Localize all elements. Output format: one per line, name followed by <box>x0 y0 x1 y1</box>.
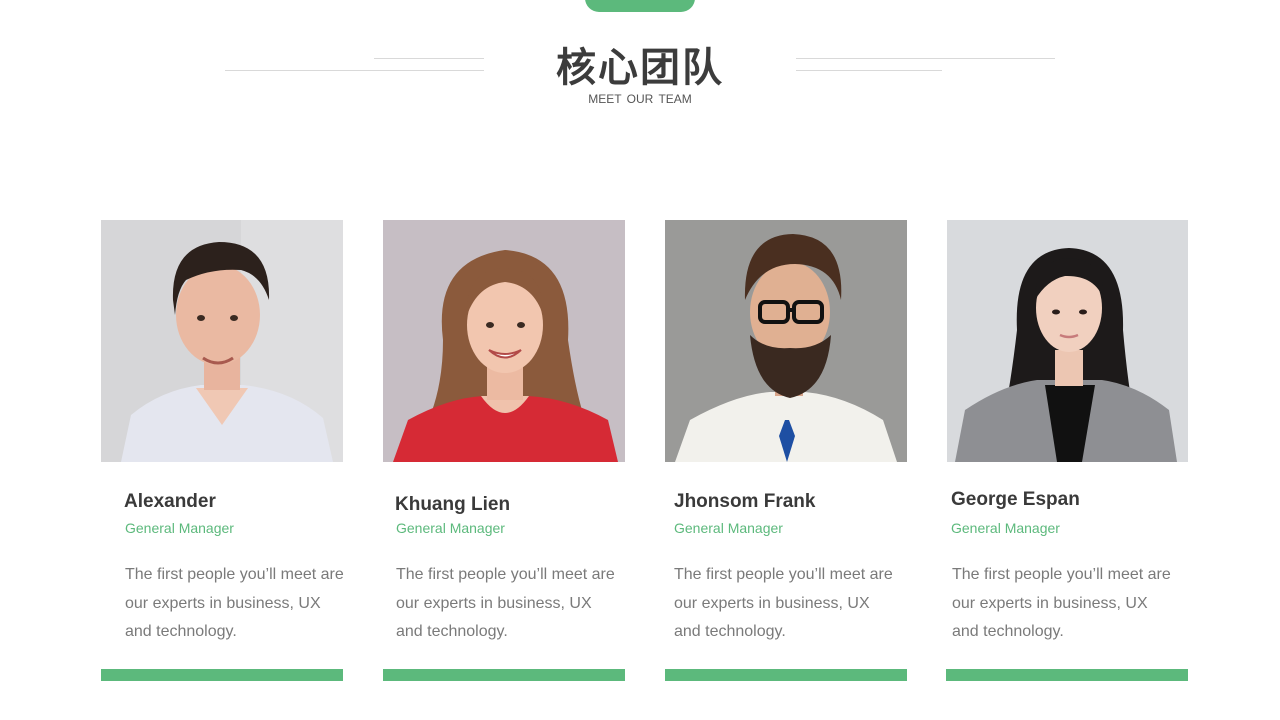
page-title: 核心团队 <box>556 45 724 91</box>
card-accent-bar <box>383 669 625 681</box>
member-description: The first people you’ll meet are our exp… <box>674 566 893 640</box>
member-name: George Espan <box>951 489 1080 510</box>
member-name: Khuang Lien <box>395 494 511 515</box>
team-card: Alexander General Manager The first peop… <box>101 220 344 681</box>
member-role: General Manager <box>951 520 1060 536</box>
team-card: George Espan General Manager The first p… <box>946 220 1189 681</box>
top-accent-tab <box>585 0 695 12</box>
member-name: Alexander <box>124 491 216 512</box>
card-accent-bar <box>946 669 1188 681</box>
team-card: Jhonsom Frank General Manager The first … <box>665 220 907 681</box>
member-description: The first people you’ll meet are our exp… <box>396 566 615 640</box>
member-role: General Manager <box>674 520 783 536</box>
member-photo <box>665 220 907 462</box>
card-accent-bar <box>665 669 907 681</box>
member-description: The first people you’ll meet are our exp… <box>125 566 344 640</box>
member-role: General Manager <box>396 520 505 536</box>
member-name: Jhonsom Frank <box>674 491 816 512</box>
team-card: Khuang Lien General Manager The first pe… <box>383 220 625 681</box>
member-photo <box>383 220 625 462</box>
member-role: General Manager <box>125 520 234 536</box>
card-accent-bar <box>101 669 343 681</box>
member-photo <box>101 220 343 462</box>
page-subtitle: MEET OUR TEAM <box>588 92 692 106</box>
member-description: The first people you’ll meet are our exp… <box>952 566 1171 640</box>
member-photo <box>947 220 1188 462</box>
